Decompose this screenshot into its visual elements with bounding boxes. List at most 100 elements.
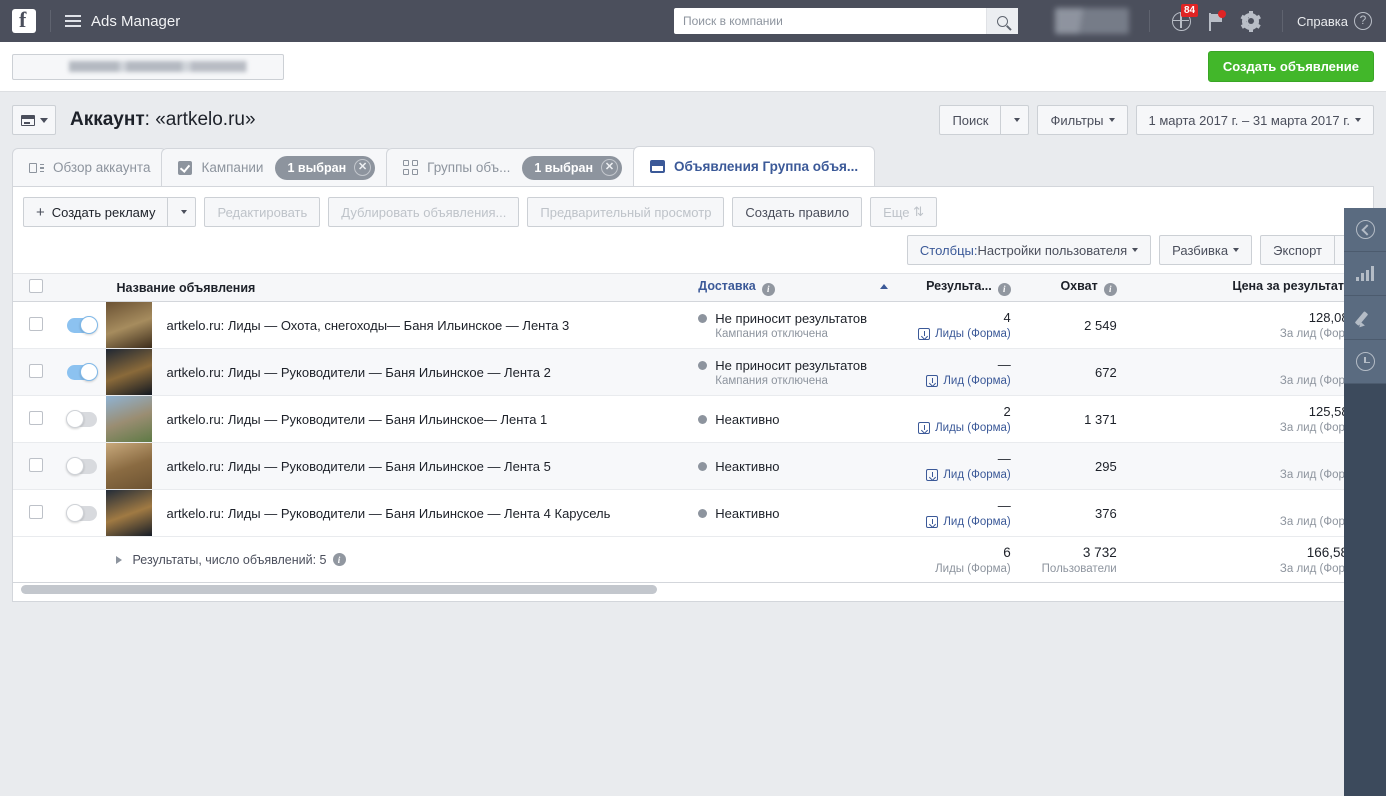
flag-icon[interactable]: [1207, 9, 1226, 31]
account-avatar[interactable]: [1055, 8, 1129, 34]
info-icon[interactable]: i: [1103, 282, 1117, 296]
hamburger-menu-icon[interactable]: [65, 15, 81, 27]
row-checkbox[interactable]: [28, 457, 43, 472]
tab-label: Объявления Группа объя...: [674, 159, 859, 174]
create-ad-toolbar-button[interactable]: + Создать рекламу: [23, 197, 169, 227]
rail-edit-button[interactable]: [1344, 296, 1386, 340]
help-label[interactable]: Справка: [1297, 14, 1348, 29]
tab-account-overview[interactable]: Обзор аккаунта: [12, 148, 168, 186]
ad-name-label[interactable]: artkelo.ru: Лиды — Руководители — Баня И…: [166, 459, 550, 474]
account-menu-button[interactable]: [12, 105, 56, 135]
search-filter-button[interactable]: Поиск: [939, 105, 1002, 135]
question-mark-icon[interactable]: ?: [1354, 12, 1372, 30]
global-search[interactable]: [674, 8, 1018, 34]
ad-name-label[interactable]: artkelo.ru: Лиды — Руководители — Баня И…: [166, 412, 547, 427]
info-icon[interactable]: i: [332, 553, 346, 566]
cost-type-label: За лид (Форма): [1279, 328, 1363, 340]
col-cost-per-result[interactable]: Цена за результатi: [1126, 273, 1373, 302]
ad-thumbnail[interactable]: [106, 302, 153, 348]
account-selector-dropdown[interactable]: [12, 53, 284, 80]
table-body: artkelo.ru: Лиды — Охота, снегоходы— Бан…: [13, 301, 1373, 583]
cost-type-label: За лид (Форма): [1279, 422, 1363, 434]
chevron-down-icon: [1355, 118, 1361, 122]
notifications-globe-icon[interactable]: 84: [1172, 3, 1199, 31]
cost-value: —: [1137, 451, 1363, 466]
duplicate-ads-button: Дублировать объявления...: [328, 197, 520, 227]
summary-row: Результаты, число объявлений: 5 i 6 Лиды (Ф…: [13, 536, 1373, 583]
status-dot-icon: [698, 414, 708, 424]
search-input[interactable]: [674, 9, 986, 33]
preview-button: Предварительный просмотр: [527, 197, 725, 227]
date-range-picker[interactable]: 1 марта 2017 г. – 31 марта 2017 г.: [1135, 105, 1374, 135]
table-row[interactable]: artkelo.ru: Лиды — Руководители — Баня И…: [13, 442, 1373, 490]
toggle-knob: [65, 504, 84, 522]
rail-collapse-button[interactable]: [1344, 208, 1386, 252]
create-ad-button[interactable]: Создать объявление: [1207, 51, 1374, 82]
col-delivery[interactable]: Доставка i: [688, 273, 899, 302]
info-icon[interactable]: i: [997, 282, 1011, 296]
ad-status-toggle[interactable]: [65, 410, 97, 428]
plus-icon: +: [36, 203, 45, 221]
info-icon[interactable]: i: [761, 282, 775, 296]
row-checkbox[interactable]: [28, 410, 43, 425]
create-rule-button[interactable]: Создать правило: [732, 197, 863, 227]
row-select-cell: [13, 301, 59, 349]
filters-button[interactable]: Фильтры: [1037, 105, 1128, 135]
gear-icon[interactable]: [1240, 10, 1261, 32]
col-reach[interactable]: Охват i: [1020, 273, 1127, 302]
table-row[interactable]: artkelo.ru: Лиды — Руководители — Баня И…: [13, 395, 1373, 443]
ad-status-toggle[interactable]: [65, 457, 97, 475]
results-type-label: Лиды (Форма): [935, 422, 1011, 434]
tab-adsets[interactable]: Группы объ... 1 выбран ✕: [386, 148, 640, 186]
rail-history-button[interactable]: [1344, 340, 1386, 384]
ad-status-toggle[interactable]: [66, 316, 98, 334]
select-all-checkbox[interactable]: [28, 279, 43, 293]
export-button[interactable]: Экспорт: [1260, 235, 1335, 265]
col-ad-name[interactable]: Название объявления: [106, 273, 689, 302]
ad-thumbnail[interactable]: [106, 443, 153, 489]
adsets-grid-icon: [403, 160, 419, 175]
columns-button[interactable]: Столбцы: Настройки пользователя: [906, 235, 1152, 265]
ads-panel: + Создать рекламу Редактировать Дублиров…: [12, 186, 1374, 602]
ad-thumbnail[interactable]: [106, 490, 153, 536]
table-row[interactable]: artkelo.ru: Лиды — Руководители — Баня И…: [13, 348, 1373, 396]
table-row[interactable]: artkelo.ru: Лиды — Руководители — Баня И…: [13, 489, 1373, 537]
row-toggle-cell: [58, 489, 107, 537]
ad-thumbnail[interactable]: [106, 349, 153, 395]
badge-label: 1 выбран: [287, 160, 347, 175]
horizontal-scrollbar[interactable]: [21, 585, 1365, 594]
row-checkbox[interactable]: [28, 504, 43, 519]
cost-cell: — За лид (Форма): [1126, 348, 1373, 396]
tab-campaigns[interactable]: Кампании 1 выбран ✕: [161, 148, 393, 186]
tab-label: Обзор аккаунта: [53, 160, 151, 175]
ad-status-toggle[interactable]: [66, 363, 98, 381]
expand-triangle-icon[interactable]: [116, 555, 123, 564]
clear-selection-icon[interactable]: ✕: [601, 159, 619, 176]
summary-spacer: [13, 536, 59, 583]
ad-status-toggle[interactable]: [65, 504, 97, 522]
search-filter-dropdown[interactable]: [1001, 105, 1030, 135]
row-checkbox[interactable]: [28, 363, 43, 378]
ad-name-label[interactable]: artkelo.ru: Лиды — Руководители — Баня И…: [166, 365, 550, 380]
row-select-cell: [13, 442, 59, 490]
clear-selection-icon[interactable]: ✕: [354, 159, 372, 176]
results-cell: 2 Лиды (Форма): [898, 395, 1021, 443]
table-row[interactable]: artkelo.ru: Лиды — Охота, снегоходы— Бан…: [13, 301, 1373, 349]
search-button[interactable]: [986, 8, 1018, 34]
tab-ads[interactable]: Объявления Группа объя...: [633, 146, 876, 186]
create-ad-dropdown[interactable]: [168, 197, 197, 227]
ad-name-label[interactable]: artkelo.ru: Лиды — Руководители — Баня И…: [166, 506, 610, 521]
col-delivery-label: Доставка: [698, 279, 756, 294]
ad-thumbnail[interactable]: [106, 396, 153, 442]
col-results[interactable]: Результа... i: [898, 273, 1021, 302]
status-dot-icon: [698, 508, 708, 518]
breakdown-button[interactable]: Разбивка: [1159, 235, 1253, 265]
facebook-logo-icon[interactable]: [12, 7, 36, 33]
results-type: Лид (Форма): [908, 516, 1011, 528]
horizontal-scrollbar-thumb[interactable]: [21, 585, 657, 594]
cost-type-label: За лид (Форма): [1279, 375, 1363, 387]
ad-name-label[interactable]: artkelo.ru: Лиды — Охота, снегоходы— Бан…: [166, 318, 569, 333]
account-header-left: Аккаунт: «artkelo.ru»: [12, 105, 256, 135]
row-checkbox[interactable]: [28, 316, 43, 331]
rail-charts-button[interactable]: [1344, 252, 1386, 296]
